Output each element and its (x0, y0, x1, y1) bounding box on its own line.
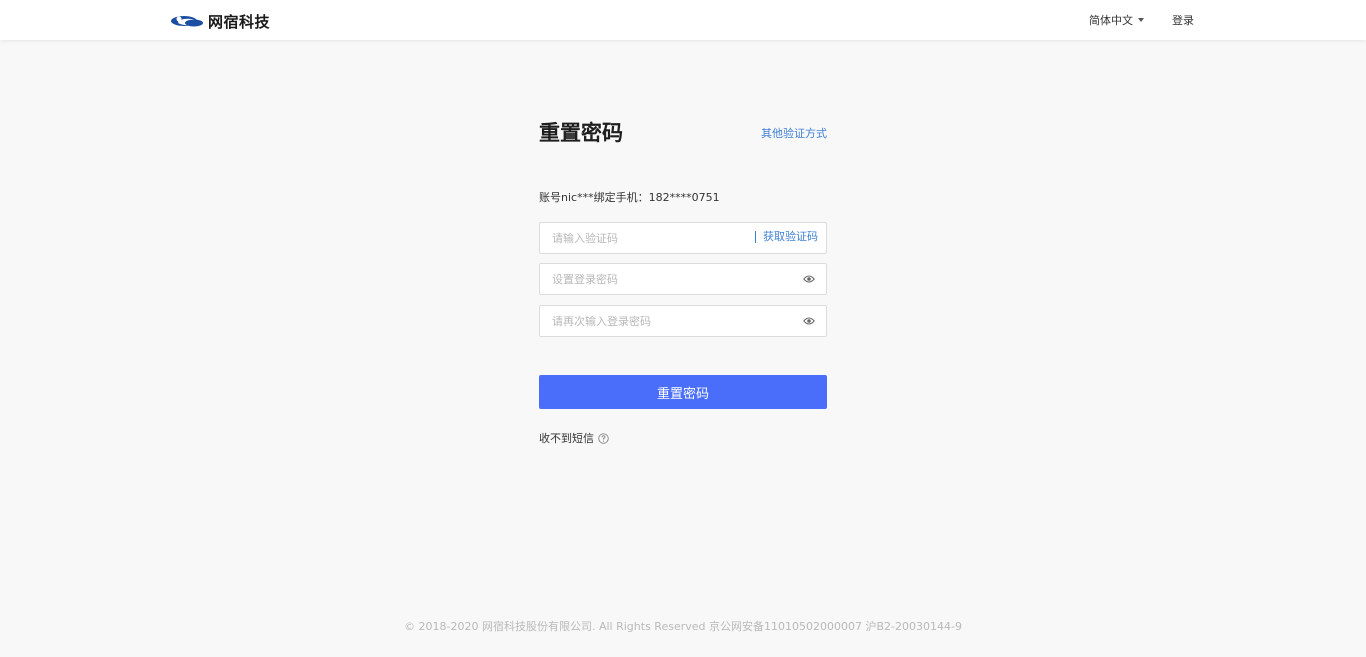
bound-phone-info: 账号nic***绑定手机：182****0751 (539, 191, 720, 204)
no-sms-label: 收不到短信 (539, 432, 594, 445)
verification-code-field: 获取验证码 (539, 222, 827, 254)
question-circle-icon (598, 432, 609, 444)
other-verify-link[interactable]: 其他验证方式 (761, 125, 827, 141)
language-label: 简体中文 (1089, 14, 1133, 27)
password-input[interactable] (552, 264, 742, 294)
language-selector[interactable]: 简体中文 (1089, 12, 1144, 28)
get-code-button[interactable]: 获取验证码 (755, 231, 818, 243)
logo[interactable]: 网宿科技 (170, 11, 270, 31)
login-link[interactable]: 登录 (1172, 12, 1194, 28)
logo-text: 网宿科技 (208, 12, 271, 31)
confirm-password-field (539, 305, 827, 337)
password-field (539, 263, 827, 295)
confirm-password-input[interactable] (552, 306, 742, 336)
reset-password-button[interactable]: 重置密码 (539, 375, 827, 409)
no-sms-help[interactable]: 收不到短信 (539, 430, 609, 446)
eye-icon[interactable] (803, 316, 815, 326)
reset-password-panel: 重置密码 其他验证方式 账号nic***绑定手机：182****0751 获取验… (539, 118, 827, 445)
logo-mark-icon (171, 16, 203, 27)
footer-copyright: © 2018-2020 网宿科技股份有限公司. All Rights Reser… (404, 620, 962, 633)
verification-code-input[interactable] (552, 223, 742, 253)
eye-icon[interactable] (803, 274, 815, 284)
top-bar: 网宿科技 简体中文 登录 (0, 0, 1366, 40)
caret-down-icon (1138, 18, 1144, 22)
